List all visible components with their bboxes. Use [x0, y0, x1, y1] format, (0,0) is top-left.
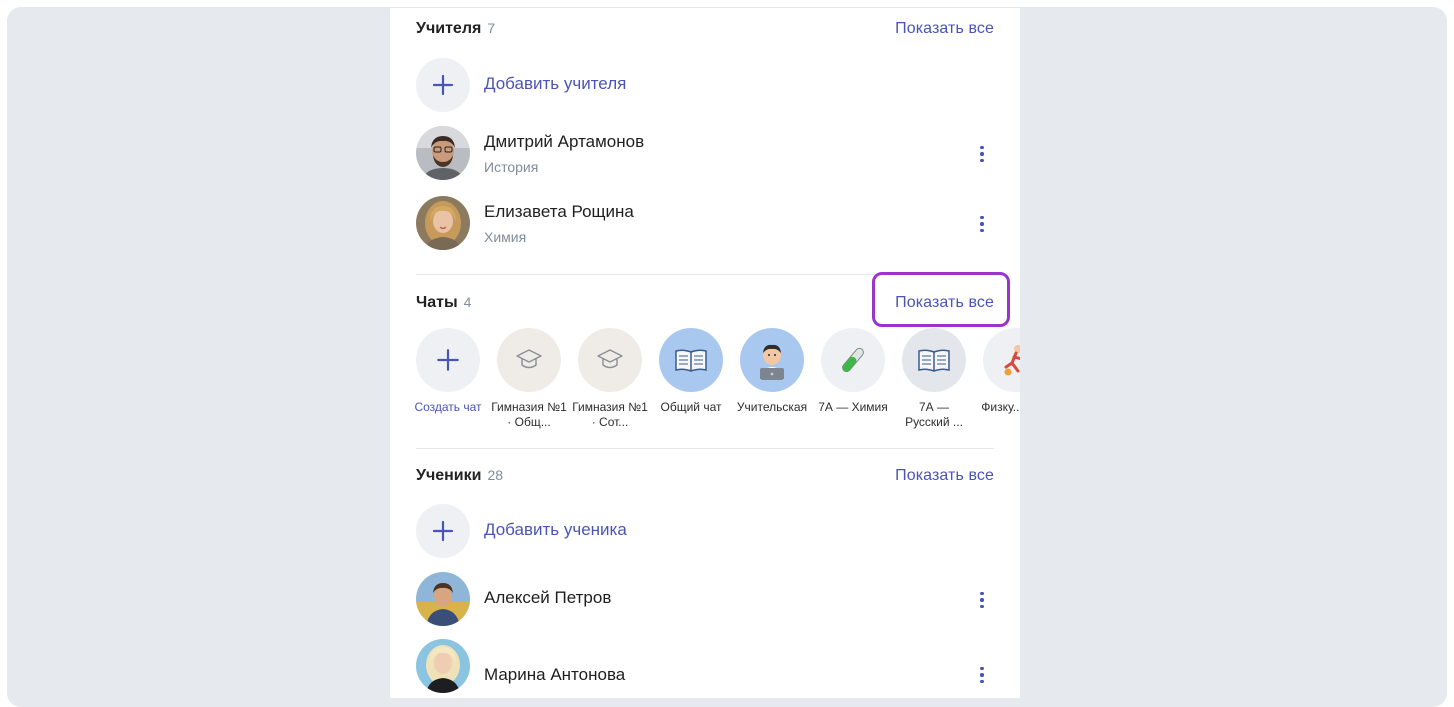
- graduation-cap-icon: [578, 328, 642, 392]
- chat-label: Физку... ур...: [981, 400, 1020, 414]
- more-icon[interactable]: [972, 664, 992, 686]
- teacher-row[interactable]: Елизавета Рощина Химия: [416, 196, 994, 252]
- show-all-highlight: [872, 272, 1010, 327]
- plus-icon: [416, 504, 470, 558]
- chats-title: Чаты 4: [416, 294, 472, 311]
- teacher-laptop-icon: [740, 328, 804, 392]
- school-panel: Учителя 7 Показать все Добавить учителя Д…: [390, 8, 1020, 698]
- chat-item[interactable]: Гимназия №1 · Общ...: [491, 328, 567, 430]
- add-teacher-button[interactable]: Добавить учителя: [416, 58, 816, 112]
- plus-icon: [416, 328, 480, 392]
- teachers-title: Учителя 7: [416, 20, 496, 37]
- teacher-name: Дмитрий Артамонов: [484, 132, 645, 151]
- students-show-all-link[interactable]: Показать все: [895, 467, 994, 485]
- student-avatar: [416, 639, 470, 693]
- chat-item[interactable]: Физку... ур...: [977, 328, 1020, 415]
- chat-item[interactable]: Гимназия №1 · Сот...: [572, 328, 648, 430]
- teachers-count: 7: [487, 20, 496, 36]
- teacher-subject: Химия: [484, 229, 527, 245]
- student-row[interactable]: Марина Антонова: [416, 639, 994, 695]
- plus-icon: [416, 58, 470, 112]
- chats-count: 4: [463, 294, 472, 310]
- book-icon: [659, 328, 723, 392]
- more-icon[interactable]: [972, 589, 992, 611]
- student-row[interactable]: Алексей Петров: [416, 572, 994, 628]
- student-name: Марина Антонова: [484, 665, 626, 684]
- chat-item[interactable]: Учительская: [734, 328, 810, 415]
- chat-label: Учительская: [736, 400, 808, 414]
- chat-label: Гимназия №1 · Сот...: [572, 400, 648, 429]
- chat-label: Создать чат: [414, 400, 482, 414]
- chat-item[interactable]: Общий чат: [653, 328, 729, 415]
- teacher-name: Елизавета Рощина: [484, 202, 634, 221]
- chat-item[interactable]: 7А — Химия: [815, 328, 891, 415]
- sport-icon: [983, 328, 1020, 392]
- book-icon: [902, 328, 966, 392]
- teacher-subject: История: [484, 159, 539, 175]
- student-avatar: [416, 572, 470, 626]
- students-header: Ученики 28 Показать все: [416, 467, 994, 491]
- add-student-label: Добавить ученика: [484, 520, 627, 539]
- more-icon[interactable]: [972, 143, 992, 165]
- chat-item[interactable]: 7А — Русский ...: [896, 328, 972, 430]
- more-icon[interactable]: [972, 213, 992, 235]
- teacher-row[interactable]: Дмитрий Артамонов История: [416, 126, 994, 182]
- students-count: 28: [487, 467, 504, 483]
- create-chat-button[interactable]: Создать чат: [410, 328, 486, 415]
- graduation-cap-icon: [497, 328, 561, 392]
- student-name: Алексей Петров: [484, 588, 612, 607]
- students-title: Ученики 28: [416, 467, 504, 484]
- chat-label: Общий чат: [660, 400, 722, 414]
- chat-label: Гимназия №1 · Общ...: [491, 400, 567, 429]
- test-tube-icon: [821, 328, 885, 392]
- teachers-show-all-link[interactable]: Показать все: [895, 20, 994, 38]
- add-student-button[interactable]: Добавить ученика: [416, 504, 816, 558]
- teachers-header: Учителя 7 Показать все: [416, 20, 994, 44]
- chats-carousel[interactable]: Создать чат Гимназия №1 · Общ... Гимнази…: [414, 328, 1020, 438]
- chat-label: 7А — Химия: [818, 400, 888, 414]
- section-divider: [416, 448, 994, 449]
- chat-label: 7А — Русский ...: [905, 400, 963, 429]
- add-teacher-label: Добавить учителя: [484, 74, 627, 93]
- teacher-avatar: [416, 126, 470, 180]
- teacher-avatar: [416, 196, 470, 250]
